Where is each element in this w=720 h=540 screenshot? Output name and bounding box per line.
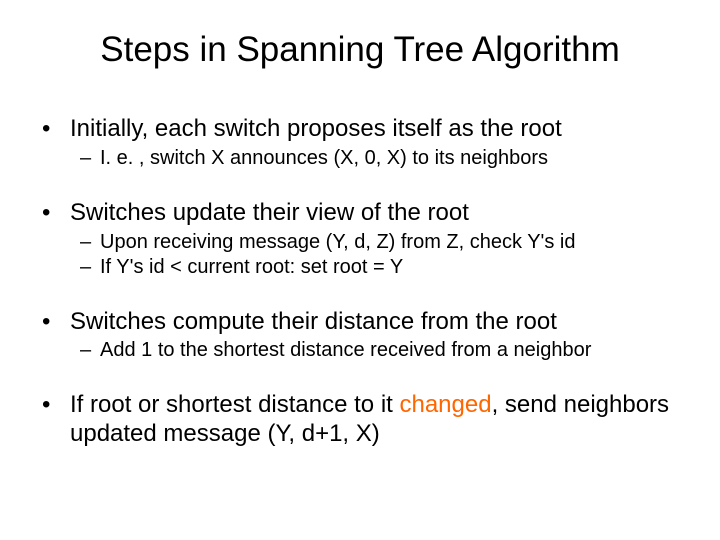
dash-marker: – bbox=[80, 230, 100, 255]
sub-text: Add 1 to the shortest distance received … bbox=[100, 338, 591, 363]
bullet-marker: • bbox=[40, 308, 70, 337]
bullet-text: If root or shortest distance to it chang… bbox=[70, 391, 680, 449]
bullet-marker: • bbox=[40, 199, 70, 228]
sub-item: – Upon receiving message (Y, d, Z) from … bbox=[80, 230, 680, 255]
bullet-text: Switches compute their distance from the… bbox=[70, 308, 557, 337]
sub-list: – Add 1 to the shortest distance receive… bbox=[80, 338, 680, 363]
slide: Steps in Spanning Tree Algorithm • Initi… bbox=[0, 0, 720, 497]
bullet-marker: • bbox=[40, 115, 70, 144]
highlight-word: changed bbox=[399, 391, 491, 418]
bullet-item: • If root or shortest distance to it cha… bbox=[40, 391, 680, 449]
sub-list: – Upon receiving message (Y, d, Z) from … bbox=[80, 230, 680, 280]
sub-text: If Y's id < current root: set root = Y bbox=[100, 255, 403, 280]
bullet-list: • Initially, each switch proposes itself… bbox=[40, 115, 680, 449]
bullet-item: • Switches update their view of the root… bbox=[40, 199, 680, 280]
sub-item: – I. e. , switch X announces (X, 0, X) t… bbox=[80, 146, 680, 171]
dash-marker: – bbox=[80, 338, 100, 363]
bullet-item: • Initially, each switch proposes itself… bbox=[40, 115, 680, 171]
sub-text: I. e. , switch X announces (X, 0, X) to … bbox=[100, 146, 548, 171]
slide-title: Steps in Spanning Tree Algorithm bbox=[40, 30, 680, 70]
bullet-marker: • bbox=[40, 391, 70, 420]
bullet-text: Initially, each switch proposes itself a… bbox=[70, 115, 562, 144]
sub-item: – If Y's id < current root: set root = Y bbox=[80, 255, 680, 280]
dash-marker: – bbox=[80, 255, 100, 280]
sub-list: – I. e. , switch X announces (X, 0, X) t… bbox=[80, 146, 680, 171]
sub-text: Upon receiving message (Y, d, Z) from Z,… bbox=[100, 230, 576, 255]
bullet-item: • Switches compute their distance from t… bbox=[40, 308, 680, 364]
dash-marker: – bbox=[80, 146, 100, 171]
bullet-text: Switches update their view of the root bbox=[70, 199, 469, 228]
sub-item: – Add 1 to the shortest distance receive… bbox=[80, 338, 680, 363]
